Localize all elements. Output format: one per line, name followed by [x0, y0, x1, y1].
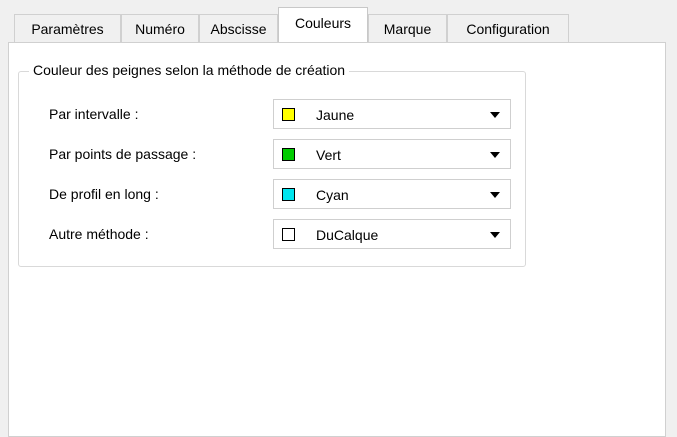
- dropdown-arrow-icon[interactable]: [490, 192, 500, 198]
- combo-value: Vert: [316, 147, 341, 163]
- label-autre-methode: Autre méthode :: [49, 226, 149, 242]
- label-par-intervalle: Par intervalle :: [49, 106, 139, 122]
- combo-value: Jaune: [316, 107, 355, 123]
- tab-parametres[interactable]: Paramètres: [14, 14, 121, 42]
- color-swatch-jaune: [282, 108, 295, 121]
- combo-par-points-de-passage[interactable]: Vert: [273, 139, 511, 169]
- combo-de-profil-en-long[interactable]: Cyan: [273, 179, 511, 209]
- color-method-groupbox: Couleur des peignes selon la méthode de …: [18, 62, 526, 267]
- groupbox-title: Couleur des peignes selon la méthode de …: [29, 62, 350, 78]
- combo-value: DuCalque: [316, 227, 379, 243]
- label-par-points-de-passage: Par points de passage :: [49, 146, 197, 162]
- dropdown-arrow-icon[interactable]: [490, 152, 500, 158]
- color-swatch-vert: [282, 148, 295, 161]
- color-swatch-cyan: [282, 188, 295, 201]
- combo-par-intervalle[interactable]: Jaune: [273, 99, 511, 129]
- dropdown-arrow-icon[interactable]: [490, 112, 500, 118]
- combo-autre-methode[interactable]: DuCalque: [273, 219, 511, 249]
- tab-configuration[interactable]: Configuration: [447, 14, 569, 42]
- tab-marque[interactable]: Marque: [368, 14, 447, 42]
- tab-panel-couleurs: Couleur des peignes selon la méthode de …: [8, 42, 666, 437]
- tab-couleurs[interactable]: Couleurs: [278, 7, 368, 42]
- label-de-profil-en-long: De profil en long :: [49, 186, 159, 202]
- tab-numero[interactable]: Numéro: [121, 14, 199, 42]
- color-swatch-ducalque: [282, 228, 295, 241]
- dropdown-arrow-icon[interactable]: [490, 232, 500, 238]
- tab-abscisse[interactable]: Abscisse: [199, 14, 278, 42]
- combo-value: Cyan: [316, 187, 349, 203]
